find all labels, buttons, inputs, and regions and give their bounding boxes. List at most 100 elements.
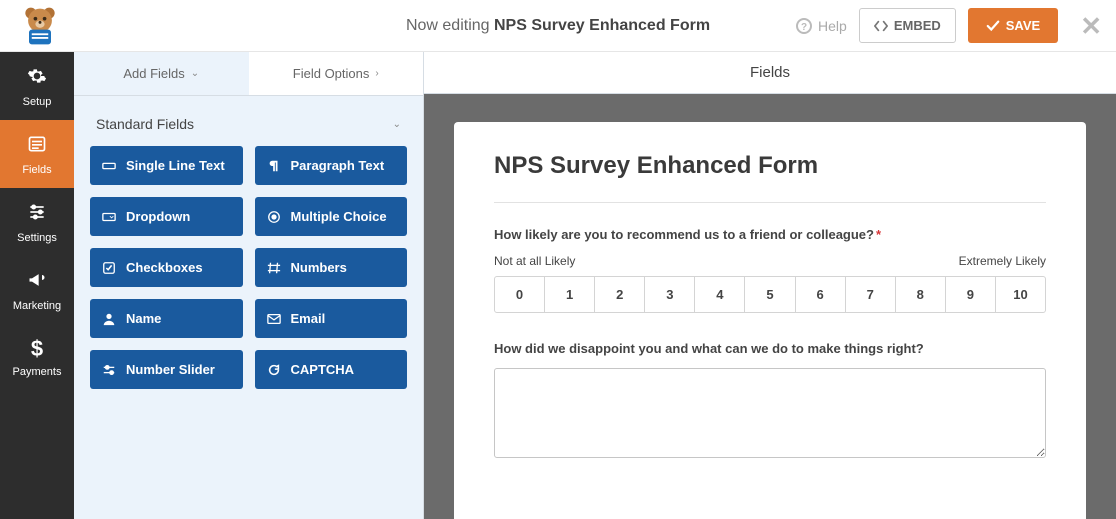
nps-cell-5[interactable]: 5 [745, 277, 795, 312]
bear-logo-icon [18, 4, 62, 48]
chevron-down-icon: ⌄ [191, 68, 199, 79]
chevron-down-icon: ⌄ [393, 119, 401, 130]
close-icon: ✕ [1080, 11, 1102, 41]
main-area: Setup Fields Settings Marketing $ Paymen… [0, 52, 1116, 519]
field-btn-radio[interactable]: Multiple Choice [255, 197, 408, 236]
bullhorn-icon [4, 270, 70, 294]
embed-button[interactable]: EMBED [859, 8, 956, 43]
close-button[interactable]: ✕ [1080, 13, 1102, 39]
tab-field-options[interactable]: Field Options › [249, 52, 424, 95]
canvas-stage: NPS Survey Enhanced Form How likely are … [424, 94, 1116, 519]
rail-item-settings[interactable]: Settings [0, 188, 74, 256]
field-btn-check[interactable]: Checkboxes [90, 248, 243, 287]
form-title: NPS Survey Enhanced Form [494, 152, 1046, 203]
app-logo [10, 4, 70, 48]
nps-cell-3[interactable]: 3 [645, 277, 695, 312]
recaptcha-icon [267, 363, 281, 377]
panel-tabs: Add Fields ⌄ Field Options › [74, 52, 423, 96]
sliders-icon [4, 202, 70, 226]
field-btn-dropdown[interactable]: Dropdown [90, 197, 243, 236]
field-btn-label: Email [291, 311, 326, 326]
field-btn-user[interactable]: Name [90, 299, 243, 338]
scale-end-labels: Not at all Likely Extremely Likely [494, 254, 1046, 268]
chevron-right-icon: › [375, 68, 378, 79]
scale-low-label: Not at all Likely [494, 254, 575, 268]
help-label: Help [818, 18, 847, 34]
section-title: Standard Fields [96, 116, 194, 132]
q2-textarea[interactable] [494, 368, 1046, 458]
left-rail: Setup Fields Settings Marketing $ Paymen… [0, 52, 74, 519]
user-icon [102, 312, 116, 326]
fields-panel: Add Fields ⌄ Field Options › Standard Fi… [74, 52, 424, 519]
help-link[interactable]: ? Help [796, 18, 847, 34]
rail-item-setup[interactable]: Setup [0, 52, 74, 120]
nps-cell-1[interactable]: 1 [545, 277, 595, 312]
nps-cell-10[interactable]: 10 [996, 277, 1045, 312]
nps-cell-9[interactable]: 9 [946, 277, 996, 312]
rail-label: Marketing [13, 300, 61, 312]
check-icon [102, 261, 116, 275]
nps-cell-2[interactable]: 2 [595, 277, 645, 312]
code-icon [874, 19, 888, 33]
nps-cell-7[interactable]: 7 [846, 277, 896, 312]
field-btn-label: Number Slider [126, 362, 215, 377]
canvas-header: Fields [424, 52, 1116, 94]
q1-label-text: How likely are you to recommend us to a … [494, 227, 874, 242]
field-btn-slider[interactable]: Number Slider [90, 350, 243, 389]
slider-icon [102, 363, 116, 377]
field-btn-recaptcha[interactable]: CAPTCHA [255, 350, 408, 389]
nps-cell-8[interactable]: 8 [896, 277, 946, 312]
top-bar: Now editing NPS Survey Enhanced Form ? H… [0, 0, 1116, 52]
tab-add-fields[interactable]: Add Fields ⌄ [74, 52, 249, 95]
field-btn-text[interactable]: Single Line Text [90, 146, 243, 185]
hash-icon [267, 261, 281, 275]
field-btn-label: Paragraph Text [291, 158, 385, 173]
field-btn-label: Name [126, 311, 161, 326]
nps-cell-0[interactable]: 0 [495, 277, 545, 312]
paragraph-icon [267, 159, 281, 173]
check-icon [986, 19, 1000, 33]
rail-item-payments[interactable]: $ Payments [0, 324, 74, 390]
field-btn-mail[interactable]: Email [255, 299, 408, 338]
section-standard-fields[interactable]: Standard Fields ⌄ [90, 96, 407, 146]
field-btn-label: CAPTCHA [291, 362, 355, 377]
field-btn-label: Numbers [291, 260, 347, 275]
rail-label: Payments [13, 366, 62, 378]
rail-item-marketing[interactable]: Marketing [0, 256, 74, 324]
dollar-icon: $ [4, 338, 70, 360]
text-icon [102, 159, 116, 173]
field-grid: Single Line Text Paragraph Text Dropdown Mu… [90, 146, 407, 389]
field-btn-label: Single Line Text [126, 158, 225, 173]
field-btn-label: Multiple Choice [291, 209, 387, 224]
help-icon: ? [796, 18, 812, 34]
title-form-name: NPS Survey Enhanced Form [494, 17, 710, 34]
nps-scale: 012345678910 [494, 276, 1046, 313]
form-icon [4, 134, 70, 158]
radio-icon [267, 210, 281, 224]
rail-label: Fields [22, 164, 51, 176]
rail-item-fields[interactable]: Fields [0, 120, 74, 188]
save-button[interactable]: SAVE [968, 8, 1058, 43]
q1-label: How likely are you to recommend us to a … [494, 227, 1046, 242]
preview-canvas: Fields NPS Survey Enhanced Form How like… [424, 52, 1116, 519]
embed-label: EMBED [894, 18, 941, 33]
q2-label: How did we disappoint you and what can w… [494, 341, 1046, 356]
required-asterisk: * [876, 227, 881, 242]
save-label: SAVE [1006, 18, 1040, 33]
rail-label: Setup [23, 96, 52, 108]
dropdown-icon [102, 210, 116, 224]
nps-cell-6[interactable]: 6 [796, 277, 846, 312]
top-actions: ? Help EMBED SAVE ✕ [796, 8, 1102, 43]
scale-high-label: Extremely Likely [959, 254, 1046, 268]
field-btn-hash[interactable]: Numbers [255, 248, 408, 287]
tab-label: Field Options [293, 66, 370, 81]
svg-text:?: ? [801, 22, 807, 33]
mail-icon [267, 312, 281, 326]
rail-label: Settings [17, 232, 57, 244]
field-btn-paragraph[interactable]: Paragraph Text [255, 146, 408, 185]
gear-icon [4, 66, 70, 90]
title-prefix: Now editing [406, 17, 494, 34]
field-btn-label: Dropdown [126, 209, 190, 224]
tab-label: Add Fields [123, 66, 184, 81]
nps-cell-4[interactable]: 4 [695, 277, 745, 312]
